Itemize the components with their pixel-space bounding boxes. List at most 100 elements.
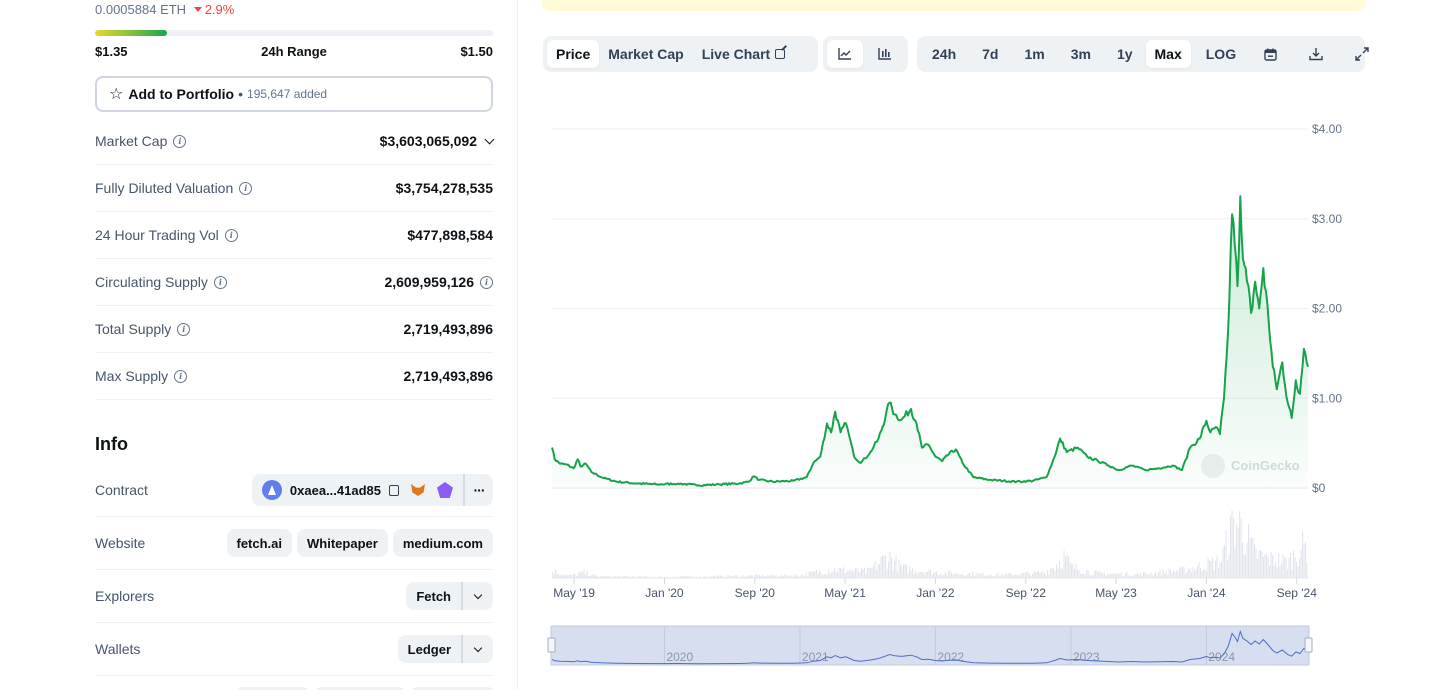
volume-bar — [978, 573, 980, 578]
volume-bar — [1257, 559, 1259, 578]
volume-bar — [940, 573, 942, 578]
volume-bar — [1249, 538, 1251, 578]
download-icon — [1309, 48, 1323, 61]
volume-bar — [1291, 569, 1293, 578]
volume-bar — [841, 568, 843, 578]
add-to-portfolio-button[interactable]: ☆ Add to Portfolio • 195,647 added — [95, 76, 493, 112]
eth-change-value: 2.9% — [204, 2, 235, 17]
stat-value: $3,603,065,092 — [379, 133, 477, 149]
date-range-button[interactable] — [1255, 40, 1286, 68]
volume-bar — [1219, 562, 1221, 578]
info-icon[interactable]: i — [174, 369, 188, 383]
navigator-right-handle[interactable] — [1304, 637, 1313, 653]
range-1y[interactable]: 1y — [1108, 40, 1142, 68]
volume-bar — [865, 573, 867, 578]
explorers-dropdown-toggle[interactable] — [463, 582, 493, 610]
tab-market-cap[interactable]: Market Cap — [599, 40, 692, 68]
explorers-dropdown: Fetch — [406, 582, 493, 610]
copy-icon[interactable] — [389, 484, 399, 496]
volume-bar — [877, 564, 879, 578]
volume-bar — [858, 571, 860, 578]
range-max[interactable]: Max — [1145, 40, 1191, 68]
x-tick-label: Jan '24 — [1187, 586, 1226, 600]
explorer-link[interactable]: Fetch — [406, 582, 463, 610]
volume-bar — [1041, 571, 1043, 578]
volume-bar — [1026, 571, 1028, 578]
metamask-icon[interactable] — [411, 484, 425, 496]
volume-bar — [1176, 570, 1178, 578]
wallet-link[interactable]: Ledger — [398, 635, 463, 663]
volume-bar — [1140, 572, 1142, 578]
separator-dot: • — [238, 86, 244, 102]
contract-address[interactable]: 0xaea...41ad85 — [290, 483, 381, 498]
info-icon[interactable]: i — [213, 275, 227, 289]
volume-bars — [552, 510, 1308, 578]
volume-bar — [826, 574, 828, 578]
volume-bar — [849, 571, 851, 578]
volume-bar — [1218, 568, 1220, 578]
add-to-portfolio-label: Add to Portfolio — [128, 86, 235, 102]
volume-bar — [1027, 571, 1029, 578]
volume-bar — [1014, 574, 1016, 578]
range-3m[interactable]: 3m — [1062, 40, 1100, 68]
chevron-down-icon[interactable] — [484, 134, 495, 144]
range-navigator[interactable]: 2020 2021 2022 2023 2024 — [547, 625, 1313, 666]
download-button[interactable] — [1300, 40, 1332, 68]
line-chart-button[interactable] — [827, 40, 863, 68]
whitepaper-link[interactable]: Whitepaper — [297, 529, 388, 557]
x-tick-label: Sep '22 — [1006, 586, 1047, 600]
info-icon[interactable]: i — [173, 134, 187, 148]
volume-bar — [895, 555, 897, 578]
volume-bar — [754, 574, 756, 578]
volume-bar — [901, 567, 903, 578]
more-options-button[interactable]: ··· — [463, 474, 493, 506]
website-link[interactable]: fetch.ai — [226, 529, 293, 557]
volume-bar — [1282, 553, 1284, 578]
wallet-gem-icon[interactable] — [437, 482, 453, 498]
volume-bar — [838, 568, 840, 578]
info-icon[interactable]: i — [177, 322, 191, 336]
eth-price-line: 0.0005884 ETH 2.9% — [95, 2, 234, 17]
volume-bar — [912, 567, 914, 578]
info-icon[interactable]: i — [480, 275, 493, 289]
volume-bar — [565, 574, 567, 578]
tab-price[interactable]: Price — [547, 40, 600, 68]
volume-bar — [1084, 574, 1086, 578]
volume-bar — [967, 573, 969, 578]
volume-bar — [972, 571, 974, 578]
medium-link[interactable]: medium.com — [392, 529, 493, 557]
volume-bar — [1024, 572, 1026, 578]
volume-bar — [1135, 573, 1137, 578]
stat-value: 2,609,959,126 — [384, 274, 474, 290]
volume-bar — [1038, 570, 1040, 578]
volume-bar — [936, 571, 938, 578]
volume-bar — [1279, 566, 1281, 578]
tab-live-chart[interactable]: Live Chart — [693, 40, 794, 68]
volume-bar — [1224, 545, 1226, 578]
x-tick-label: May '23 — [1095, 586, 1137, 600]
volume-bar — [1110, 573, 1112, 578]
range-1m[interactable]: 1m — [1015, 40, 1053, 68]
volume-bar — [1153, 574, 1155, 578]
info-row-contract: Contract 0xaea...41ad85 ··· — [95, 464, 493, 517]
x-tick-label: Jan '20 — [645, 586, 684, 600]
price-chart[interactable]: $0$1.00$2.00$3.00$4.00 CoinGecko May '19… — [540, 90, 1370, 680]
volume-bar — [1182, 566, 1184, 578]
eth-price-change: 2.9% — [193, 2, 235, 17]
info-icon[interactable]: i — [224, 228, 238, 242]
volume-bar — [934, 571, 936, 578]
range-24h[interactable]: 24h — [923, 40, 965, 68]
volume-bar — [852, 571, 854, 578]
volume-bar — [582, 572, 584, 578]
stat-label: Max Supply — [95, 368, 169, 384]
volume-bar — [1036, 571, 1038, 578]
range-7d[interactable]: 7d — [973, 40, 1007, 68]
volume-bar — [894, 560, 896, 578]
volume-bar — [1134, 574, 1136, 578]
candlestick-chart-button[interactable] — [867, 40, 903, 68]
fullscreen-button[interactable] — [1346, 40, 1378, 68]
log-scale-toggle[interactable]: LOG — [1197, 40, 1245, 68]
info-icon[interactable]: i — [239, 181, 253, 195]
wallets-dropdown-toggle[interactable] — [463, 635, 493, 663]
navigator-left-handle[interactable] — [547, 637, 556, 653]
